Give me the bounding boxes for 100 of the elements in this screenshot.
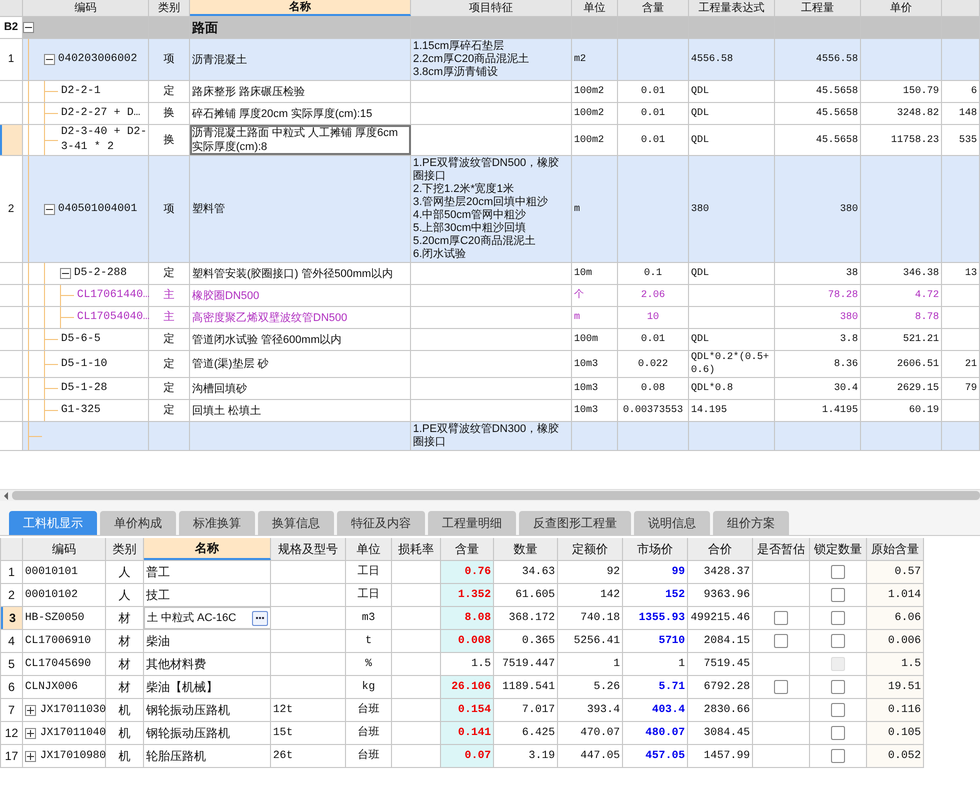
column-header[interactable]: 锁定数量 <box>810 538 867 560</box>
type-cell: 定 <box>149 263 190 284</box>
column-header[interactable]: 规格及型号 <box>271 538 346 560</box>
column-header[interactable]: 定额价 <box>558 538 623 560</box>
code-cell: G1-325 <box>61 403 101 418</box>
code-cell: D5-6-5 <box>61 332 101 347</box>
column-header[interactable]: 含量 <box>441 538 494 560</box>
horizontal-scrollbar[interactable] <box>0 489 980 501</box>
column-header[interactable]: 项目特征 <box>411 0 572 16</box>
column-header[interactable]: 编码 <box>23 538 106 560</box>
column-header[interactable]: 编码 <box>23 0 149 16</box>
name-cell: 路面 <box>190 17 411 38</box>
column-header[interactable]: 原始含量 <box>867 538 924 560</box>
tab[interactable]: 工程量明细 <box>428 511 516 535</box>
unit-cell: 10m3 <box>572 351 618 377</box>
checkbox[interactable] <box>831 680 845 694</box>
table-cell: 13 <box>942 263 980 284</box>
collapse-icon[interactable] <box>44 204 55 214</box>
checkbox[interactable] <box>831 588 845 602</box>
original-content-cell: 0.006 <box>867 630 924 652</box>
collapse-icon[interactable] <box>60 268 71 279</box>
expression-cell: 4556.58 <box>689 39 775 80</box>
unit-cell: m <box>572 307 618 328</box>
type-cell: 定 <box>149 329 190 350</box>
content-cell: 0.01 <box>618 103 689 124</box>
expand-icon[interactable] <box>25 704 36 716</box>
total-cell: 3084.45 <box>688 722 753 744</box>
checkbox[interactable] <box>831 565 845 579</box>
checkbox[interactable] <box>831 703 845 717</box>
content-cell: 2.06 <box>618 285 689 306</box>
price-cell: 150.79 <box>861 81 942 102</box>
collapse-icon[interactable] <box>23 22 34 33</box>
column-header[interactable]: 单位 <box>346 538 392 560</box>
unit-cell: 10m <box>572 263 618 284</box>
checkbox[interactable] <box>831 634 845 648</box>
code-cell-text: CL17006910 <box>25 634 92 649</box>
checkbox[interactable] <box>774 680 788 694</box>
checkbox[interactable] <box>831 726 845 740</box>
quantity-cell: 38 <box>775 263 861 284</box>
column-header[interactable]: 损耗率 <box>392 538 441 560</box>
content-cell: 26.106 <box>441 676 494 698</box>
checkbox[interactable] <box>831 749 845 763</box>
column-header[interactable]: 单价 <box>861 0 942 16</box>
name-cell: 沟槽回填砂 <box>190 378 411 399</box>
row-number: 2 <box>0 156 23 262</box>
tab[interactable]: 特征及内容 <box>337 511 425 535</box>
original-content-cell: 0.116 <box>867 699 924 721</box>
column-header[interactable]: 工程量表达式 <box>689 0 775 16</box>
column-header[interactable]: 市场价 <box>623 538 688 560</box>
quantity-cell: 7519.447 <box>494 653 558 675</box>
collapse-icon[interactable] <box>44 54 55 65</box>
feature-line: 4.中部50cm管网中粗沙 <box>413 209 526 222</box>
quantity-cell: 34.63 <box>494 561 558 583</box>
code-cell: CL17061440… <box>77 288 150 303</box>
column-header[interactable]: 名称 <box>144 538 271 560</box>
scrollbar-thumb[interactable] <box>12 491 980 500</box>
tab[interactable]: 标准换算 <box>179 511 255 535</box>
base-price-cell: 5.26 <box>558 676 623 698</box>
column-header[interactable]: 合价 <box>688 538 753 560</box>
name-cell: 沥青混凝土路面 中粒式 人工摊铺 厚度6cm 实际厚度(cm):8 <box>190 125 411 155</box>
unit-cell: m3 <box>346 607 392 629</box>
column-header[interactable]: 单位 <box>572 0 618 16</box>
column-header[interactable]: 名称 <box>190 0 411 16</box>
feature-line: 5.上部30cm中粗沙回填 <box>413 222 526 234</box>
type-cell: 定 <box>149 81 190 102</box>
tab[interactable]: 反查图形工程量 <box>519 511 631 535</box>
column-header[interactable]: 工程量 <box>775 0 861 16</box>
tab[interactable]: 换算信息 <box>258 511 334 535</box>
market-price-cell: 5710 <box>623 630 688 652</box>
type-cell: 定 <box>149 351 190 377</box>
expand-icon[interactable] <box>25 750 36 762</box>
column-header[interactable]: 是否暂估 <box>753 538 810 560</box>
name-cell: 钢轮振动压路机 <box>144 722 271 744</box>
more-icon[interactable] <box>252 610 268 626</box>
name-cell: 塑料管安装(胶圈接口) 管外径500mm以内 <box>190 263 411 284</box>
content-cell: 0.08 <box>618 378 689 399</box>
price-cell: 8.78 <box>861 307 942 328</box>
checkbox[interactable] <box>774 611 788 625</box>
market-price-cell: 5.71 <box>623 676 688 698</box>
type-cell: 定 <box>149 400 190 421</box>
checkbox[interactable] <box>831 611 845 625</box>
market-price-cell: 457.05 <box>623 745 688 767</box>
name-field[interactable]: 土 中粒式 AC-16C <box>144 607 271 629</box>
name-cell: 其他材料费 <box>144 653 271 675</box>
price-cell: 2629.15 <box>861 378 942 399</box>
checkbox[interactable] <box>774 634 788 648</box>
quantity-cell: 3.19 <box>494 745 558 767</box>
base-price-cell: 5256.41 <box>558 630 623 652</box>
column-header[interactable]: 含量 <box>618 0 689 16</box>
tab[interactable]: 组价方案 <box>713 511 789 535</box>
original-content-cell: 0.052 <box>867 745 924 767</box>
expand-icon[interactable] <box>25 728 36 738</box>
tab[interactable]: 说明信息 <box>634 511 710 535</box>
tab[interactable]: 单价构成 <box>100 511 176 535</box>
column-header[interactable]: 数量 <box>494 538 558 560</box>
quantity-cell: 45.5658 <box>775 125 861 155</box>
type-cell: 项 <box>149 156 190 262</box>
base-price-cell: 393.4 <box>558 699 623 721</box>
unit-cell: 台班 <box>346 699 392 721</box>
base-price-cell: 92 <box>558 561 623 583</box>
